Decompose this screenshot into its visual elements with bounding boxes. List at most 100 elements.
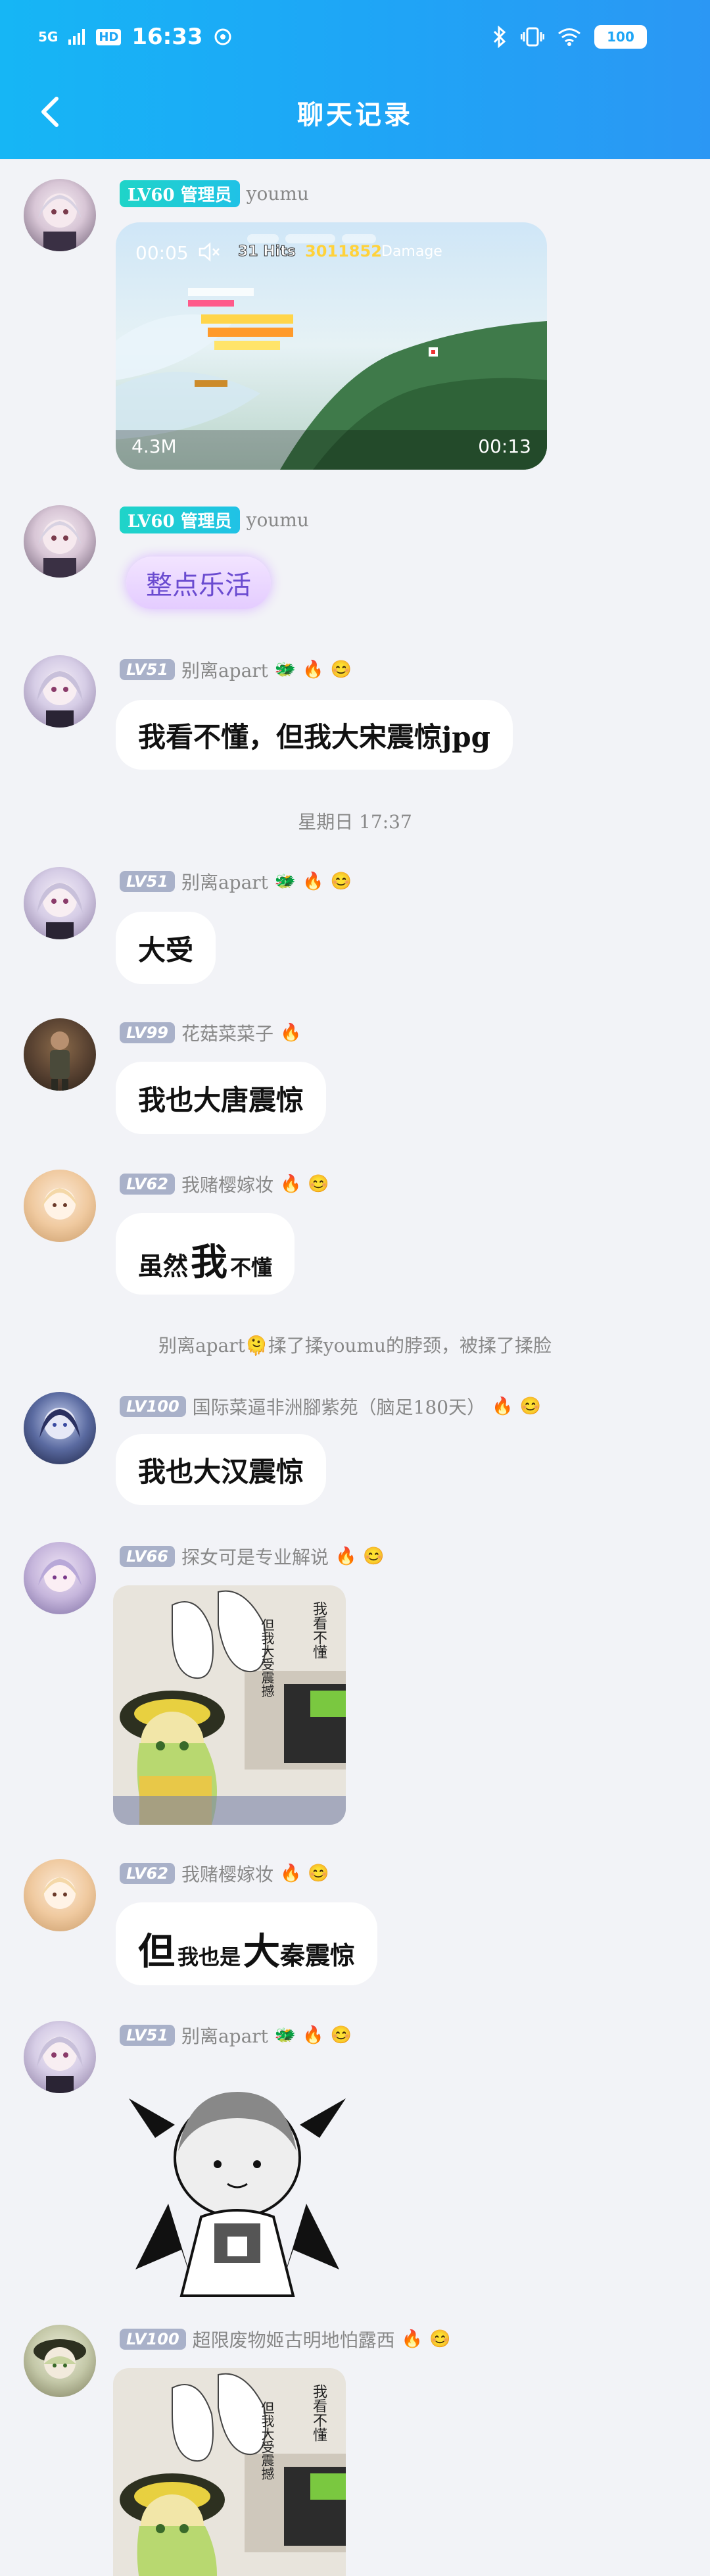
meme-caption: 但我大受震撼 — [259, 1618, 275, 1697]
battery-icon: 100 — [594, 25, 647, 49]
damage-label: Damage — [381, 243, 442, 260]
fire-badge-icon: 🔥 — [492, 1397, 513, 1416]
level-badge: LV51 — [120, 659, 175, 680]
level-badge: LV60 管理员 — [120, 506, 240, 533]
face-badge-icon: 😊 — [308, 1174, 329, 1194]
network-indicator: 5G — [38, 29, 59, 45]
avatar[interactable] — [24, 1170, 96, 1242]
text-part: 大 — [243, 1930, 281, 1973]
dragon-badge-icon: 🐲 — [274, 872, 296, 891]
clock: 16:33 — [131, 24, 203, 50]
user-name[interactable]: 超限废物姬古明地怕露西 — [193, 2326, 395, 2352]
face-badge-icon: 😊 — [330, 660, 352, 680]
level-badge: LV100 — [120, 2329, 186, 2350]
level-badge: LV51 — [120, 871, 175, 892]
video-size: 4.3M — [131, 435, 177, 457]
message-bubble[interactable]: 整点乐活 — [126, 557, 271, 609]
user-name[interactable]: 探女可是专业解说 — [181, 1543, 329, 1570]
text-part: 但 — [138, 1930, 175, 1973]
avatar[interactable] — [24, 1859, 96, 1931]
video-message[interactable]: 00:05 31 Hits 3011852 Damage 4.3M 00:13 — [116, 222, 547, 470]
level-badge: LV51 — [120, 2025, 175, 2046]
dragon-badge-icon: 🐲 — [274, 660, 296, 680]
wifi-icon — [558, 28, 580, 46]
user-name[interactable]: 花菇菜菜子 — [181, 1020, 273, 1046]
level-badge: LV99 — [120, 1022, 175, 1043]
data-saver-icon — [214, 28, 231, 45]
level-badge: LV60 管理员 — [120, 180, 240, 207]
fire-badge-icon: 🔥 — [302, 872, 324, 891]
message-bubble[interactable]: 我也大汉震惊 — [116, 1434, 327, 1505]
message-meta: LV51 别离apart 🐲 🔥 😊 — [120, 867, 352, 896]
meme-caption: 我看不懂 — [310, 2384, 327, 2442]
sticker-image — [129, 2092, 346, 2297]
signal-icon — [68, 29, 85, 45]
video-duration: 00:13 — [478, 435, 531, 457]
avatar[interactable] — [24, 655, 96, 728]
app-header: 5G HD 16:33 100 聊天记录 — [0, 0, 710, 159]
message-meta: LV51 别离apart 🐲 🔥 😊 — [120, 655, 352, 684]
message-bubble[interactable]: 但 我也是 大 秦震惊 — [116, 1902, 378, 1985]
user-name[interactable]: 别离apart — [181, 2022, 268, 2048]
message-bubble[interactable]: 大受 — [116, 912, 216, 984]
text-part: 虽然 — [138, 1251, 189, 1281]
face-badge-icon: 😊 — [429, 2329, 451, 2349]
message-bubble[interactable]: 我也大唐震惊 — [116, 1062, 327, 1134]
page-title: 聊天记录 — [297, 99, 413, 130]
level-badge: LV100 — [120, 1396, 186, 1417]
fire-badge-icon: 🔥 — [279, 1864, 302, 1883]
user-name[interactable]: 国际菜逼非洲腳紫苑（脑足180天） — [193, 1393, 485, 1420]
user-name[interactable]: youmu — [247, 183, 309, 205]
message-meta: LV100 超限废物姬古明地怕露西 🔥 😊 — [120, 2325, 450, 2354]
level-badge: LV62 — [120, 1174, 175, 1195]
message-meta: LV62 我赌樱嫁妆 🔥 😊 — [120, 1170, 329, 1199]
user-name[interactable]: 别离apart — [181, 868, 268, 895]
fire-badge-icon: 🔥 — [335, 1547, 357, 1566]
system-notice: 别离apart🫠揉了揉youmu的脖颈，被揉了揉脸 — [158, 1335, 552, 1356]
message-meta: LV51 别离apart 🐲 🔥 😊 — [120, 2021, 352, 2050]
face-badge-icon: 😊 — [308, 1864, 329, 1883]
user-name[interactable]: 我赌樱嫁妆 — [181, 1171, 273, 1197]
user-name[interactable]: 我赌樱嫁妆 — [181, 1860, 273, 1887]
sticker-message[interactable] — [129, 2072, 346, 2302]
vibrate-icon — [521, 27, 544, 47]
text-part: 秦震惊 — [280, 1941, 356, 1970]
fire-badge-icon: 🔥 — [401, 2329, 423, 2349]
user-name[interactable]: youmu — [247, 509, 309, 531]
hits-label: 31 Hits — [238, 243, 296, 260]
damage-value: 3011852 — [305, 242, 382, 260]
mute-icon[interactable] — [197, 242, 221, 262]
face-badge-icon: 😊 — [519, 1397, 541, 1416]
message-meta: LV99 花菇菜菜子 🔥 — [120, 1018, 301, 1047]
avatar[interactable] — [24, 1018, 96, 1091]
message-meta: LV62 我赌樱嫁妆 🔥 😊 — [120, 1859, 329, 1888]
level-badge: LV62 — [120, 1863, 175, 1884]
timestamp-divider: 星期日 17:37 — [298, 811, 412, 833]
meme-caption: 我看不懂 — [310, 1601, 327, 1659]
status-bar: 5G HD 16:33 100 — [0, 18, 710, 58]
face-badge-icon: 😊 — [330, 872, 352, 891]
user-name[interactable]: 别离apart — [181, 656, 268, 683]
avatar[interactable] — [24, 1392, 96, 1464]
text-part: 我 — [191, 1241, 228, 1284]
avatar[interactable] — [24, 1542, 96, 1614]
meme-caption: 但我大受震撼 — [259, 2401, 275, 2480]
avatar[interactable] — [24, 867, 96, 939]
fire-badge-icon: 🔥 — [302, 660, 324, 680]
face-badge-icon: 😊 — [363, 1547, 385, 1566]
avatar[interactable] — [24, 2325, 96, 2397]
avatar[interactable] — [24, 2021, 96, 2093]
image-message[interactable]: 我看不懂 但我大受震撼 — [113, 1585, 346, 1825]
message-bubble[interactable]: 虽然 我 不懂 — [116, 1213, 295, 1295]
message-meta: LV60 管理员 youmu — [120, 179, 309, 208]
fire-badge-icon: 🔥 — [302, 2025, 324, 2045]
face-badge-icon: 😊 — [330, 2025, 352, 2045]
text-part: 我也是 — [178, 1944, 241, 1969]
message-bubble[interactable]: 我看不懂，但我大宋震惊jpg — [116, 700, 513, 770]
avatar[interactable] — [24, 179, 96, 251]
dragon-badge-icon: 🐲 — [274, 2025, 296, 2045]
avatar[interactable] — [24, 505, 96, 578]
level-badge: LV66 — [120, 1546, 175, 1567]
image-message[interactable]: 我看不懂 但我大受震撼 — [113, 2368, 346, 2576]
message-meta: LV60 管理员 youmu — [120, 505, 309, 534]
